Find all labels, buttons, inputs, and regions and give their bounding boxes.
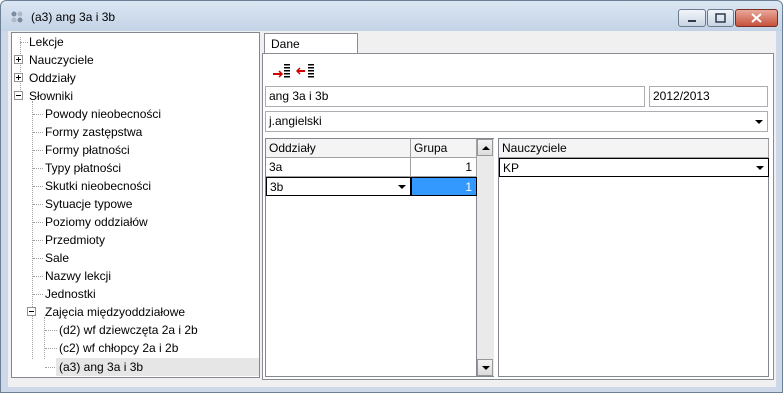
tree-item-label: Formy płatności	[45, 143, 130, 157]
tree-item-sale[interactable]: Sale	[12, 249, 259, 267]
minimize-icon	[688, 20, 696, 22]
expand-icon[interactable]	[14, 55, 23, 64]
maximize-button[interactable]	[707, 9, 734, 27]
tree-item-jednostki[interactable]: Jednostki	[12, 285, 259, 303]
expand-icon[interactable]	[14, 73, 23, 82]
tree-item-label: Typy płatności	[45, 161, 122, 175]
tree-item-zajecia-miedzyoddzialowe[interactable]: Zajęcia międzyoddziałowe	[12, 303, 259, 321]
subject-select[interactable]: j.angielski	[265, 111, 768, 132]
teacher-select-cell[interactable]: KP	[499, 158, 769, 177]
column-header-oddzialy[interactable]: Oddziały	[266, 139, 411, 158]
client-area: Lekcje Nauczyciele Oddziały Słowniki Pow…	[8, 31, 776, 387]
chevron-down-icon[interactable]	[751, 113, 766, 130]
classes-grid[interactable]: Oddziały Grupa 3a 1 3b 1	[265, 138, 477, 377]
tree-item-label: (d2) wf dziewczęta 2a i 2b	[59, 323, 198, 337]
classes-scrollbar[interactable]	[477, 138, 494, 377]
class-cell[interactable]: 3a	[266, 158, 411, 177]
teacher-cell-value: KP	[503, 161, 520, 175]
teachers-grid[interactable]: Nauczyciele KP	[498, 138, 769, 377]
collapse-icon[interactable]	[27, 307, 36, 316]
tree-item-label: Przedmioty	[45, 233, 106, 247]
tree-item-label: Sytuacje typowe	[45, 197, 133, 211]
tree-item-c2[interactable]: (c2) wf chłopcy 2a i 2b	[12, 339, 259, 357]
maximize-icon	[715, 13, 726, 23]
collapse-icon[interactable]	[14, 91, 23, 100]
add-row-icon	[273, 64, 290, 78]
tree-item-formy-platnosci[interactable]: Formy płatności	[12, 141, 259, 159]
tree-item-label: Nazwy lekcji	[45, 269, 112, 283]
app-icon	[11, 11, 23, 23]
class-cell-value: 3b	[270, 180, 284, 194]
tree-item-label: Jednostki	[45, 287, 96, 301]
tree-item-formy-zastepstwa[interactable]: Formy zastępstwa	[12, 123, 259, 141]
tree-item-nauczyciele[interactable]: Nauczyciele	[12, 51, 259, 69]
column-header-grupa[interactable]: Grupa	[411, 139, 477, 158]
tree-item-label: Poziomy oddziałów	[45, 215, 148, 229]
class-select-cell[interactable]: 3b	[266, 177, 411, 196]
tab-dane-dodatkowe[interactable]: Dane dodatkowe	[264, 33, 358, 65]
app-window: (a3) ang 3a i 3b Lekcje Nauczyciele Oddz…	[0, 0, 783, 393]
tree-item-d2[interactable]: (d2) wf dziewczęta 2a i 2b	[12, 321, 259, 339]
tree-item-label: (c2) wf chłopcy 2a i 2b	[59, 341, 179, 355]
scroll-down-icon[interactable]	[477, 359, 493, 376]
title-bar[interactable]: (a3) ang 3a i 3b	[1, 1, 782, 31]
tree-item-sytuacje-typowe[interactable]: Sytuacje typowe	[12, 195, 259, 213]
remove-row-button[interactable]	[295, 62, 318, 80]
tree-item-label: (a3) ang 3a i 3b	[59, 360, 144, 374]
remove-row-icon	[295, 64, 314, 78]
close-button[interactable]	[735, 9, 778, 27]
tree-item-slowniki[interactable]: Słowniki	[12, 87, 259, 105]
tree-connector	[45, 367, 55, 368]
chevron-down-icon[interactable]	[752, 159, 767, 176]
navigation-tree[interactable]: Lekcje Nauczyciele Oddziały Słowniki Pow…	[11, 32, 260, 378]
tree-item-label: Nauczyciele	[29, 53, 94, 67]
school-year-value: 2012/2013	[653, 89, 710, 103]
add-row-button[interactable]	[272, 62, 294, 80]
tree-item-label: Sale	[45, 251, 70, 265]
tree-item-przedmioty[interactable]: Przedmioty	[12, 231, 259, 249]
chevron-down-icon[interactable]	[394, 178, 409, 195]
tree-item-poziomy-oddzialow[interactable]: Poziomy oddziałów	[12, 213, 259, 231]
name-field-value: ang 3a i 3b	[269, 89, 329, 103]
tree-item-label: Formy zastępstwa	[45, 125, 143, 139]
minimize-button[interactable]	[678, 9, 706, 27]
tree-item-typy-platnosci[interactable]: Typy płatności	[12, 159, 259, 177]
scroll-up-icon[interactable]	[477, 139, 493, 156]
tree-item-powody-nieobecnosci[interactable]: Powody nieobecności	[12, 105, 259, 123]
tree-item-label: Skutki nieobecności	[45, 179, 152, 193]
school-year-field[interactable]: 2012/2013	[649, 86, 768, 107]
tree-item-lekcje[interactable]: Lekcje	[12, 33, 259, 51]
subject-select-value: j.angielski	[269, 114, 322, 128]
column-header-nauczyciele[interactable]: Nauczyciele	[499, 139, 769, 158]
tree-item-a3-selected[interactable]: (a3) ang 3a i 3b	[56, 358, 259, 376]
tree-item-skutki-nieobecnosci[interactable]: Skutki nieobecności	[12, 177, 259, 195]
group-cell-selected[interactable]: 1	[411, 177, 477, 196]
group-cell[interactable]: 1	[411, 158, 477, 177]
tree-item-oddzialy[interactable]: Oddziały	[12, 69, 259, 87]
tree-item-label: Lekcje	[29, 35, 64, 49]
tree-item-label: Zajęcia międzyoddziałowe	[45, 305, 186, 319]
name-field[interactable]: ang 3a i 3b	[265, 86, 645, 107]
tree-item-nazwy-lekcji[interactable]: Nazwy lekcji	[12, 267, 259, 285]
tree-item-label: Oddziały	[29, 71, 76, 85]
tree-item-label: Słowniki	[29, 89, 74, 103]
close-icon	[751, 13, 762, 23]
window-title: (a3) ang 3a i 3b	[31, 10, 116, 24]
tree-item-label: Powody nieobecności	[45, 107, 162, 121]
